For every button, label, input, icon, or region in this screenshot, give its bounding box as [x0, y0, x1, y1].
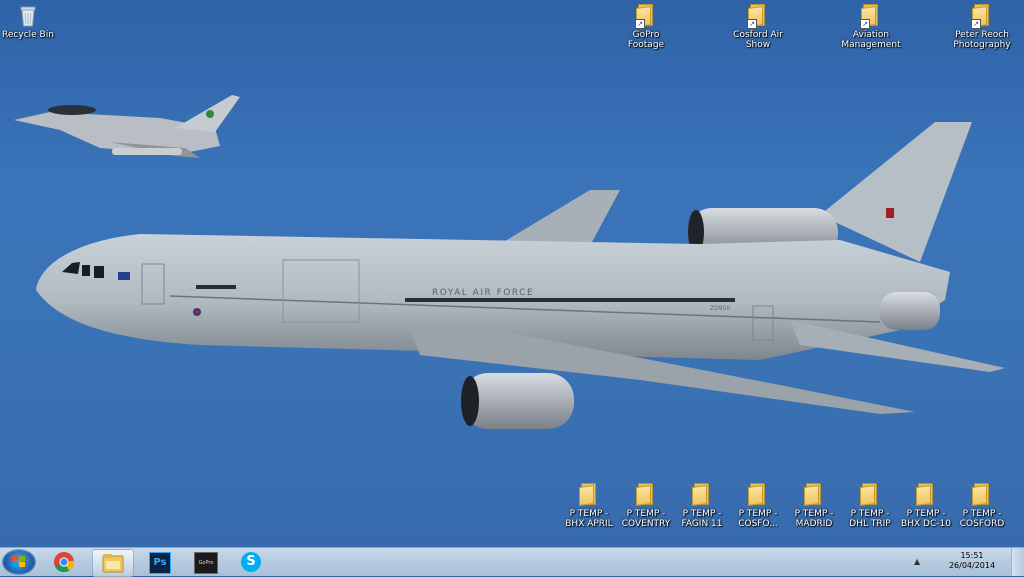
clock[interactable]: 15:51 26/04/2014 — [942, 551, 1002, 571]
folder-icon — [578, 483, 600, 507]
typhoon-jet — [14, 95, 240, 158]
desktop-icon-label: Aviation Management — [841, 30, 901, 50]
taskbar: Ps GoPro S ▲ 15:51 26/04/2014 — [0, 547, 1024, 577]
chrome-icon — [54, 552, 75, 573]
recycle-bin-icon — [20, 6, 36, 27]
desktop-icon-label: GoPro Footage — [627, 30, 665, 50]
skype-icon: S — [241, 552, 261, 572]
clock-date: 26/04/2014 — [948, 561, 996, 570]
explorer-icon — [102, 554, 124, 573]
folder-icon — [747, 483, 769, 507]
desktop-icon-gopro-footage[interactable]: ↗ GoPro Footage — [610, 4, 682, 60]
show-desktop-button[interactable] — [1011, 548, 1024, 576]
folder-icon — [859, 483, 881, 507]
show-hidden-icons-button[interactable]: ▲ — [914, 557, 920, 566]
tail-code-text: ZD950 — [710, 305, 730, 312]
start-button[interactable] — [2, 549, 36, 575]
folder-icon — [971, 483, 993, 507]
desktop-icon-recycle-bin[interactable]: Recycle Bin — [0, 4, 64, 60]
desktop-icon-cosford-air-show[interactable]: ↗ Cosford Air Show — [722, 4, 794, 60]
photoshop-icon: Ps — [149, 552, 171, 574]
system-tray: ▲ 15:51 26/04/2014 — [914, 548, 1024, 576]
folder-icon — [803, 483, 825, 507]
folder-shortcut-icon: ↗ — [971, 4, 993, 29]
tristar-aircraft: ROYAL AIR FORCE ZD950 — [36, 122, 1005, 429]
desktop-icon-label: Peter Reoch Photography — [953, 30, 1011, 50]
desktop-icon-label: Cosford Air Show — [733, 30, 783, 50]
desktop-icon-peter-reoch-photography[interactable]: ↗ Peter Reoch Photography — [946, 4, 1018, 60]
taskbar-skype[interactable]: S — [232, 549, 272, 575]
desktop-icon-label: P TEMP - COSFORD — [959, 509, 1005, 529]
folder-shortcut-icon: ↗ — [860, 4, 882, 29]
desktop-icon-label: Recycle Bin — [2, 30, 54, 40]
folder-icon — [915, 483, 937, 507]
folder-icon — [635, 483, 657, 507]
desktop[interactable]: ROYAL AIR FORCE ZD950 Recycle Bin ↗ GoPr… — [0, 0, 1024, 547]
desktop-folder-cosford[interactable]: P TEMP - COSFORD — [946, 483, 1018, 539]
folder-shortcut-icon: ↗ — [635, 4, 657, 29]
clock-time: 15:51 — [960, 551, 984, 560]
desktop-icon-aviation-management[interactable]: ↗ Aviation Management — [835, 4, 907, 60]
taskbar-photoshop[interactable]: Ps — [140, 549, 180, 575]
taskbar-explorer[interactable] — [92, 549, 134, 577]
aircraft-text: ROYAL AIR FORCE — [432, 288, 534, 298]
wallpaper-image: ROYAL AIR FORCE ZD950 — [14, 95, 1005, 429]
windows-logo-icon — [12, 556, 25, 567]
folder-icon — [691, 483, 713, 507]
taskbar-gopro-studio[interactable]: GoPro — [186, 549, 226, 575]
gopro-studio-icon: GoPro — [194, 552, 218, 574]
folder-shortcut-icon: ↗ — [747, 4, 769, 29]
taskbar-chrome[interactable] — [44, 549, 84, 575]
